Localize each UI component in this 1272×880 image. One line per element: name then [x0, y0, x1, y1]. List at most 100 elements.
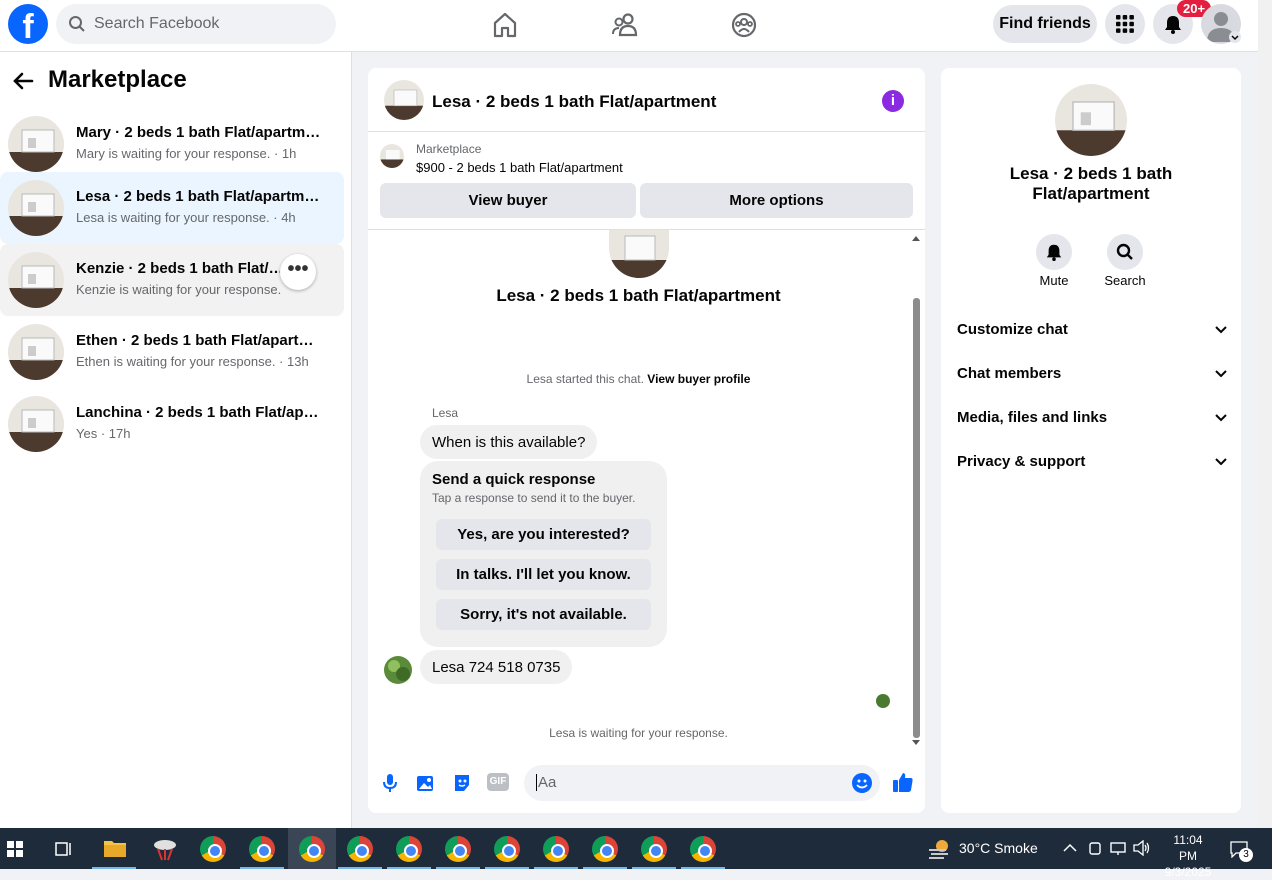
bell-icon — [1165, 16, 1181, 34]
find-friends-button[interactable]: Find friends — [993, 5, 1097, 43]
chrome-icon[interactable] — [543, 836, 569, 862]
chrome-icon[interactable] — [592, 836, 618, 862]
quick-response-button[interactable]: Sorry, it's not available. — [436, 599, 651, 630]
conversation-item[interactable]: Lanchina · 2 beds 1 bath Flat/apart… Yes… — [0, 388, 344, 460]
volume-icon[interactable] — [1133, 840, 1151, 856]
conversation-name: Ethen · 2 beds 1 bath Flat/apartment — [76, 332, 326, 349]
quick-response-button[interactable]: In talks. I'll let you know. — [436, 559, 651, 590]
conversation-item[interactable]: Ethen · 2 beds 1 bath Flat/apartment Eth… — [0, 316, 344, 388]
quick-response-button[interactable]: Yes, are you interested? — [436, 519, 651, 550]
conversation-preview: Mary is waiting for your response. · 1h — [76, 146, 297, 161]
message-placeholder: Aa — [536, 774, 557, 791]
clock-date: 9/3/2025 — [1164, 865, 1212, 879]
chrome-icon[interactable] — [690, 836, 716, 862]
scroll-up-icon[interactable] — [911, 234, 921, 242]
network-icon[interactable] — [1110, 840, 1128, 856]
chat-details-panel: Lesa · 2 beds 1 bath Flat/apartment Mute… — [941, 68, 1241, 813]
file-explorer-icon[interactable] — [103, 838, 127, 858]
chevron-down-icon — [1215, 413, 1227, 421]
chevron-down-icon[interactable] — [1229, 31, 1241, 43]
chevron-down-icon — [1215, 369, 1227, 377]
message-input[interactable]: Aa — [524, 765, 880, 801]
search-chat-button[interactable] — [1107, 234, 1143, 270]
more-options-button[interactable]: More options — [640, 183, 913, 218]
emoji-icon[interactable] — [852, 773, 872, 793]
home-icon[interactable] — [490, 10, 520, 40]
conversation-item-selected[interactable]: Lesa · 2 beds 1 bath Flat/apartment Lesa… — [0, 172, 344, 244]
chat-members-section[interactable]: Chat members — [957, 365, 1227, 382]
section-label: Media, files and links — [957, 409, 1108, 426]
conversation-name: Lesa · 2 beds 1 bath Flat/apartment — [76, 188, 326, 205]
listing-thumbnail[interactable] — [384, 80, 424, 120]
listing-thumbnail — [8, 252, 64, 308]
conversation-item[interactable]: Mary · 2 beds 1 bath Flat/apartment Mary… — [0, 108, 344, 180]
chat-started-notice: Lesa started this chat. View buyer profi… — [368, 372, 909, 386]
chrome-icon[interactable] — [347, 836, 373, 862]
chrome-icon[interactable] — [396, 836, 422, 862]
mute-label: Mute — [1039, 273, 1069, 288]
gif-button[interactable]: GIF — [487, 773, 509, 791]
meet-now-icon[interactable] — [1088, 840, 1102, 856]
media-files-links-section[interactable]: Media, files and links — [957, 409, 1227, 426]
listing-price-title[interactable]: $900 - 2 beds 1 bath Flat/apartment — [416, 160, 623, 175]
tray-chevron-up-icon[interactable] — [1063, 843, 1077, 853]
photo-icon[interactable] — [416, 773, 436, 793]
search-placeholder: Search Facebook — [94, 15, 220, 32]
app-icon[interactable] — [152, 837, 178, 861]
chrome-icon[interactable] — [249, 836, 275, 862]
conversation-name: Mary · 2 beds 1 bath Flat/apartment — [76, 124, 326, 141]
listing-thumbnail — [1055, 84, 1127, 156]
thumbs-up-icon[interactable] — [892, 771, 914, 793]
weather-smoke-icon[interactable] — [928, 838, 952, 860]
started-text: Lesa started this chat. — [526, 372, 644, 386]
search-input[interactable]: Search Facebook — [56, 4, 336, 44]
facebook-logo-icon[interactable]: f — [8, 4, 48, 44]
groups-icon[interactable] — [729, 10, 759, 40]
message-text: Lesa 724 518 0735 — [432, 658, 561, 676]
chrome-icon[interactable] — [641, 836, 667, 862]
listing-thumbnail — [8, 324, 64, 380]
mute-button[interactable] — [1036, 234, 1072, 270]
quick-response-card: Send a quick response Tap a response to … — [420, 461, 667, 647]
chrome-icon[interactable] — [299, 836, 325, 862]
scroll-down-icon[interactable] — [911, 739, 921, 747]
friends-icon[interactable] — [610, 10, 640, 40]
chat-panel: Lesa · 2 beds 1 bath Flat/apartment i Ma… — [368, 68, 925, 813]
listing-thumbnail — [8, 180, 64, 236]
message-composer: GIF Aa — [368, 761, 925, 813]
view-buyer-profile-link[interactable]: View buyer profile — [647, 372, 750, 386]
more-options-button[interactable]: ••• — [280, 254, 316, 290]
menu-grid-button[interactable] — [1105, 4, 1145, 44]
bell-icon — [1046, 244, 1062, 261]
back-arrow-icon[interactable] — [12, 70, 34, 92]
sender-avatar[interactable] — [384, 656, 412, 684]
sender-name: Lesa — [432, 406, 459, 420]
weather-text[interactable]: 30°C Smoke — [959, 828, 1038, 869]
page-scrollbar[interactable] — [1258, 0, 1272, 828]
microphone-icon[interactable] — [382, 773, 398, 793]
conversation-item[interactable]: Kenzie · 2 beds 1 bath Flat/apar… Kenzie… — [0, 244, 344, 316]
chrome-icon[interactable] — [445, 836, 471, 862]
chrome-icon[interactable] — [494, 836, 520, 862]
view-buyer-button[interactable]: View buyer — [380, 183, 636, 218]
chat-title[interactable]: Lesa · 2 beds 1 bath Flat/apartment — [432, 92, 716, 112]
section-label: Customize chat — [957, 321, 1068, 338]
listing-thumbnail — [8, 396, 64, 452]
conversation-heading: Lesa · 2 beds 1 bath Flat/apartment — [496, 286, 781, 305]
listing-thumbnail — [380, 144, 404, 168]
customize-chat-section[interactable]: Customize chat — [957, 321, 1227, 338]
section-label: Chat members — [957, 365, 1062, 382]
system-clock[interactable]: 11:04 PM 9/3/2025 — [1163, 832, 1213, 880]
privacy-support-section[interactable]: Privacy & support — [957, 453, 1227, 470]
details-title: Lesa · 2 beds 1 bath Flat/apartment — [1009, 164, 1173, 203]
info-icon[interactable]: i — [882, 90, 904, 112]
clock-time: 11:04 PM — [1173, 833, 1203, 863]
windows-start-icon[interactable] — [7, 841, 23, 857]
sticker-icon[interactable] — [452, 773, 472, 793]
chat-scrollbar[interactable] — [913, 298, 920, 738]
task-view-icon[interactable] — [55, 841, 73, 857]
waiting-status: Lesa is waiting for your response. — [549, 726, 728, 740]
chrome-icon[interactable] — [200, 836, 226, 862]
chevron-down-icon — [1215, 325, 1227, 333]
quick-response-subtitle: Tap a response to send it to the buyer. — [432, 491, 636, 505]
